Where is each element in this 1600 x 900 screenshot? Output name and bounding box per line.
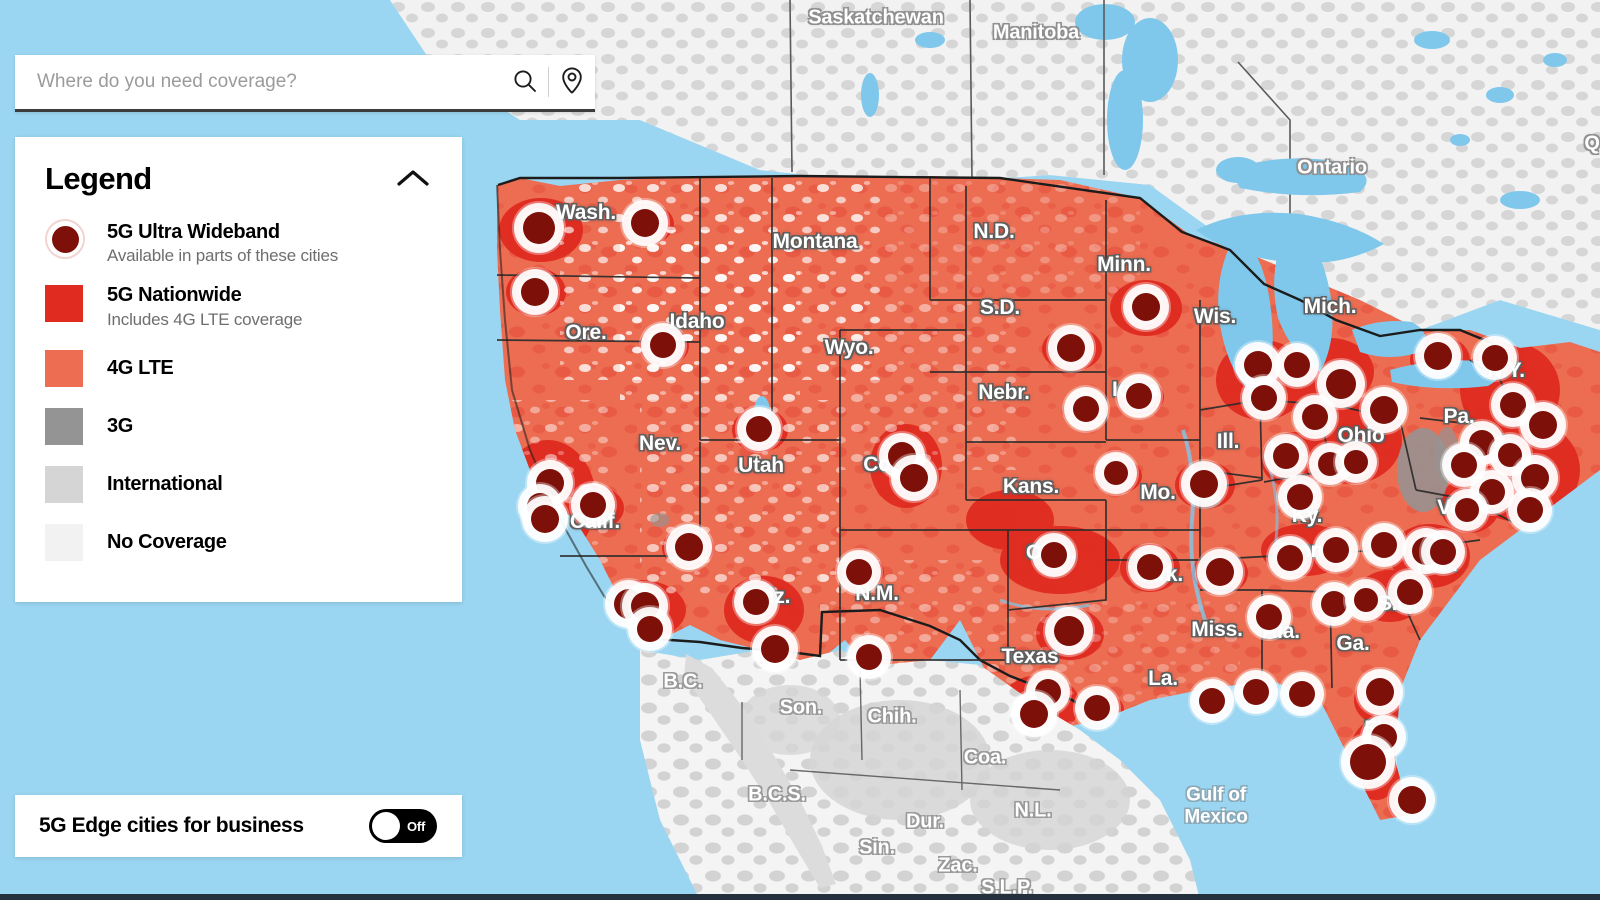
legend-swatch [45, 282, 107, 323]
edge-cities-panel[interactable]: 5G Edge cities for business Off [15, 795, 462, 857]
toggle-knob [372, 812, 400, 840]
legend-title: Legend [45, 161, 152, 196]
legend-item-label: 3G [107, 415, 133, 438]
bottom-edge-strip [0, 894, 1600, 900]
edge-cities-label: 5G Edge cities for business [39, 814, 304, 837]
legend-item-list: 5G Ultra Wideband Available in parts of t… [45, 219, 436, 566]
legend-text: 4G LTE [107, 356, 174, 380]
search-button[interactable] [502, 54, 548, 111]
legend-panel[interactable]: Legend 5G Ultra Wideband Available in par… [15, 137, 462, 602]
legend-text: 5G Nationwide Includes 4G LTE coverage [107, 282, 302, 331]
legend-item-label: 4G LTE [107, 357, 174, 380]
legend-item[interactable]: 5G Nationwide Includes 4G LTE coverage [45, 282, 436, 331]
legend-text: No Coverage [107, 530, 227, 554]
legend-swatch [45, 219, 107, 259]
legend-swatch [45, 408, 107, 446]
legend-swatch [45, 524, 107, 562]
legend-item-label: 5G Nationwide [107, 284, 242, 307]
toggle-state-label: Off [407, 818, 426, 834]
color-swatch [45, 285, 83, 323]
use-my-location-button[interactable] [549, 54, 595, 111]
legend-header: Legend [45, 161, 436, 197]
edge-cities-toggle[interactable]: Off [369, 809, 437, 843]
uwb-dot-icon [45, 219, 85, 259]
legend-item[interactable]: 3G [45, 404, 436, 450]
legend-item-label: 5G Ultra Wideband [107, 221, 280, 243]
color-swatch [45, 408, 83, 446]
legend-text: 5G Ultra Wideband Available in parts of t… [107, 219, 338, 268]
search-bar[interactable] [15, 55, 595, 112]
legend-text: 3G [107, 414, 133, 438]
legend-item-sublabel: Includes 4G LTE coverage [107, 309, 303, 329]
uwb-dot-core [51, 225, 79, 253]
map-pin-icon [559, 66, 585, 99]
legend-swatch [45, 350, 107, 388]
color-swatch [45, 466, 83, 504]
legend-collapse-button[interactable] [390, 163, 436, 196]
search-input[interactable] [15, 71, 502, 93]
legend-item-sublabel: Available in parts of these cities [107, 246, 339, 266]
legend-swatch [45, 466, 107, 504]
legend-item[interactable]: 4G LTE [45, 346, 436, 392]
search-icon [512, 68, 538, 97]
color-swatch [45, 350, 83, 388]
legend-item[interactable]: International [45, 462, 436, 508]
legend-item[interactable]: 5G Ultra Wideband Available in parts of t… [45, 219, 436, 268]
legend-item-label: International [107, 473, 223, 496]
legend-item-label: No Coverage [107, 531, 227, 554]
chevron-up-icon [396, 167, 430, 192]
legend-item[interactable]: No Coverage [45, 520, 436, 566]
color-swatch [45, 524, 83, 562]
legend-text: International [107, 472, 223, 496]
